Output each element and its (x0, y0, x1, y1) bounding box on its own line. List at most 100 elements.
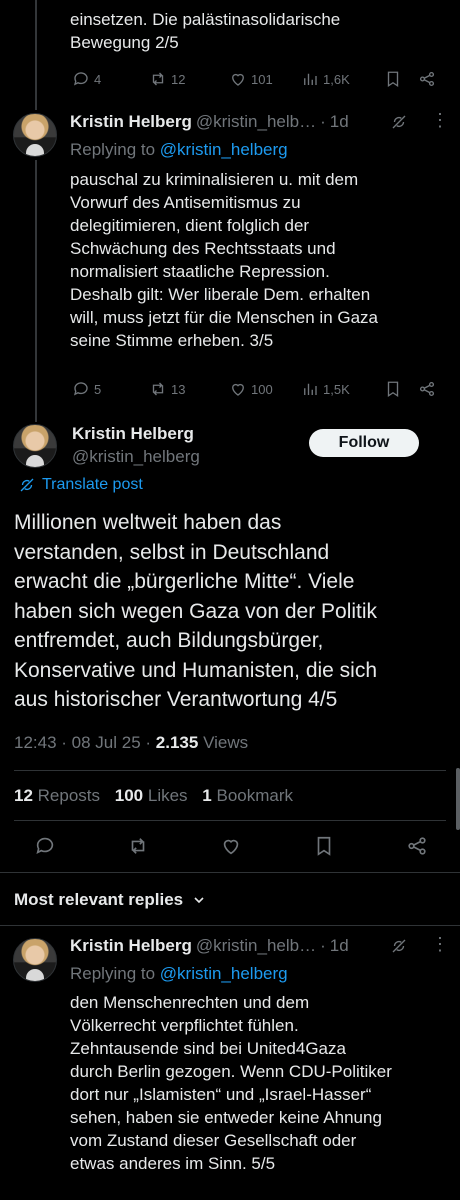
main-action-bar (34, 835, 428, 857)
share-button[interactable] (418, 70, 436, 88)
views-count: 1,5K (323, 381, 350, 397)
thread-line-top (35, 0, 37, 110)
text-line: will, muss jetzt für die Menschen in Gaz… (70, 308, 379, 327)
translate-post-link[interactable]: Translate post (18, 476, 143, 494)
dot-separator: · (145, 733, 156, 752)
tweet-time[interactable]: 12:43 (14, 733, 57, 752)
text-line: etwas anderes im Sinn. 5/5 (70, 1154, 276, 1173)
divider (0, 925, 460, 926)
text-line: seine Stimme erheben. 3/5 (70, 331, 274, 350)
bookmark-button[interactable] (384, 70, 418, 88)
reposts-stat[interactable]: 12 Reposts (14, 786, 105, 805)
translate-label[interactable]: Translate post (42, 476, 143, 494)
divider (14, 820, 446, 821)
share-icon (419, 381, 435, 397)
heart-icon[interactable] (220, 835, 242, 857)
author-name[interactable]: Kristin Helberg (70, 112, 192, 132)
bookmarks-stat[interactable]: 1 Bookmark (202, 786, 293, 805)
text-line: den Menschenrechten und dem (70, 993, 310, 1012)
reposts-count: 12 (14, 786, 33, 805)
dot-separator: · (320, 936, 326, 955)
heart-icon (232, 383, 244, 396)
more-icon[interactable]: ⋮ (431, 110, 449, 131)
text-line: vom Zustand dieser Gesellschaft oder (70, 1131, 357, 1150)
replies-sort-dropdown[interactable]: Most relevant replies (14, 890, 207, 910)
tweet-age: 1d (329, 112, 349, 131)
thread-line-mid (35, 160, 37, 422)
scrollbar[interactable] (456, 768, 460, 830)
share-button[interactable] (418, 380, 436, 398)
text-line: verstanden, selbst in Deutschland (14, 540, 330, 564)
text-line: entfremdet, auch Bildungsbürger, (14, 629, 324, 652)
top-tweet-text: einsetzen. Die palästinasolidarische Bew… (70, 8, 450, 54)
bookmark-icon (387, 381, 399, 398)
tweet-age: 1d (329, 936, 349, 955)
tweet-date[interactable]: 08 Jul 25 (72, 733, 141, 752)
reply-button[interactable]: 4 (72, 70, 149, 88)
avatar[interactable] (13, 424, 57, 468)
more-icon[interactable]: ⋮ (431, 934, 449, 955)
like-count: 101 (251, 71, 273, 87)
text-line: delegitimieren, dient folglich der (70, 216, 310, 235)
text-line: sehen, haben sie entweder keine Ahnung (70, 1108, 382, 1127)
text-line: Schwächung des Rechtsstaats und (70, 239, 336, 258)
repost-icon (152, 72, 164, 86)
reply-count: 5 (94, 381, 102, 397)
divider (0, 872, 460, 873)
engagement-stats: 12 Reposts 100 Likes 1 Bookmark (14, 786, 293, 806)
follow-button[interactable]: Follow (309, 429, 419, 457)
share-icon[interactable] (406, 835, 428, 857)
avatar[interactable] (13, 113, 57, 157)
likes-stat[interactable]: 100 Likes (115, 786, 193, 805)
likes-label: Likes (147, 786, 188, 805)
author-handle[interactable]: @kristin_helb… (196, 112, 316, 132)
author-handle[interactable]: @kristin_helb… (196, 936, 316, 956)
reposts-label: Reposts (37, 786, 101, 805)
views-button[interactable]: 1,6K (301, 70, 384, 88)
replying-handle-link[interactable]: @kristin_helberg (160, 140, 288, 159)
tweet-body: den Menschenrechten und dem Völkerrecht … (70, 991, 455, 1175)
reply-button[interactable]: 5 (72, 380, 149, 398)
main-author-name[interactable]: Kristin Helberg (72, 424, 194, 444)
repost-button[interactable]: 12 (149, 70, 229, 88)
bookmark-icon (387, 71, 399, 88)
text-line: pauschal zu kriminalisieren u. mit dem (70, 170, 359, 189)
bookmarks-label: Bookmark (216, 786, 294, 805)
like-button[interactable]: 101 (229, 70, 301, 88)
text-line: einsetzen. Die palästinasolidarische (70, 10, 341, 29)
views-icon (304, 383, 317, 395)
bookmarks-count: 1 (202, 786, 212, 805)
views-button[interactable]: 1,5K (301, 380, 384, 398)
divider (14, 770, 446, 771)
translate-icon (20, 478, 34, 492)
text-line: Deshalb gilt: Wer liberale Dem. erhalten (70, 285, 371, 304)
dot-separator: · (61, 733, 72, 752)
repost-button[interactable]: 13 (149, 380, 229, 398)
main-author-handle[interactable]: @kristin_helberg (72, 447, 200, 467)
main-tweet-body: Millionen weltweit haben das verstanden,… (14, 508, 454, 715)
top-tweet-actions: 4 12 101 1,6K (72, 70, 438, 88)
bookmark-button[interactable] (384, 380, 418, 398)
repost-icon[interactable] (127, 835, 149, 857)
text-line: Bewegung 2/5 (70, 33, 179, 52)
likes-count: 100 (114, 786, 144, 805)
bookmark-icon[interactable] (313, 835, 335, 857)
avatar[interactable] (13, 938, 57, 982)
views-icon (304, 73, 317, 85)
views-count: 1,6K (323, 71, 350, 87)
repost-icon (152, 382, 164, 396)
text-line: Zehntausende sind bei United4Gaza (70, 1039, 346, 1058)
grok-icon[interactable] (390, 113, 408, 136)
author-name[interactable]: Kristin Helberg (70, 936, 192, 956)
reply-count: 4 (94, 71, 102, 87)
text-line: erwacht die „bürgerliche Mitte“. Viele (14, 570, 355, 593)
tweet-body: pauschal zu kriminalisieren u. mit dem V… (70, 168, 455, 352)
replying-handle-link[interactable]: @kristin_helberg (160, 964, 288, 983)
text-line: haben sich wegen Gaza von der Politik (14, 599, 378, 623)
replying-prefix: Replying to (70, 140, 160, 159)
reply-icon[interactable] (34, 835, 56, 857)
text-line: normalisiert staatliche Repression. (70, 262, 330, 281)
tweet-actions: 5 13 100 1,5K (72, 380, 438, 398)
like-button[interactable]: 100 (229, 380, 301, 398)
grok-icon[interactable] (390, 937, 408, 960)
